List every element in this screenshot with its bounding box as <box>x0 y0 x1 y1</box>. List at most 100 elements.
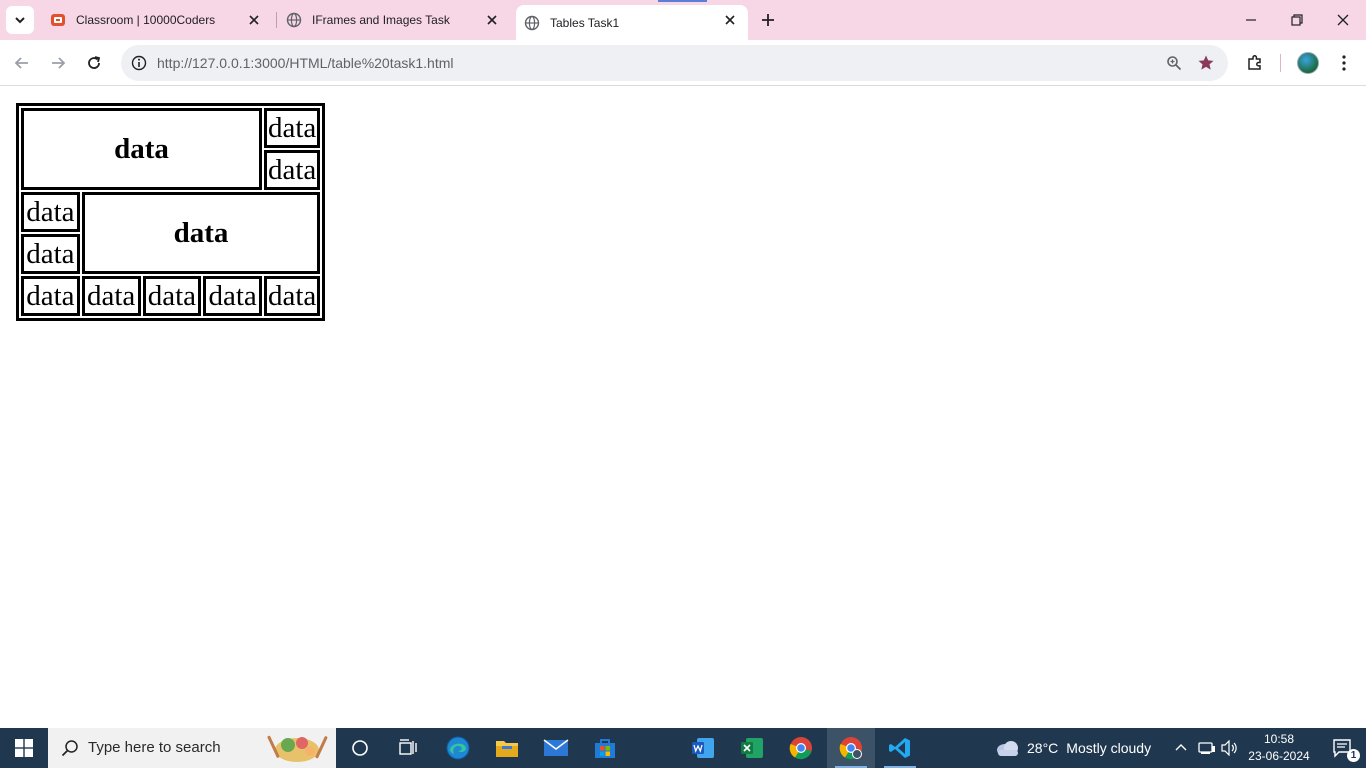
data-table: data data data data data data data data … <box>16 103 326 321</box>
toolbar-divider <box>1280 54 1281 72</box>
excel-icon <box>741 738 763 758</box>
tab-search-button[interactable] <box>6 6 34 34</box>
close-icon[interactable] <box>246 12 262 28</box>
tab-title: Tables Task1 <box>550 15 620 30</box>
table-cell-merged: data <box>21 108 262 190</box>
folder-icon <box>496 741 518 757</box>
address-bar[interactable]: http://127.0.0.1:3000/HTML/table%20task1… <box>121 45 1228 81</box>
extensions-button[interactable] <box>1241 49 1269 77</box>
microsoft-store-app[interactable] <box>581 728 629 768</box>
tab-classroom[interactable]: Classroom | 10000Coders <box>40 0 272 40</box>
clock-time: 10:58 <box>1263 732 1295 746</box>
task-view-icon <box>399 739 417 755</box>
browser-toolbar: http://127.0.0.1:3000/HTML/table%20task1… <box>0 40 1366 86</box>
chrome-app[interactable] <box>777 728 825 768</box>
table-cell-merged: data <box>81 192 321 274</box>
profile-avatar[interactable] <box>1297 52 1319 74</box>
page-content: data data data data data data data data … <box>0 87 1366 728</box>
restore-button[interactable] <box>1274 0 1320 40</box>
minimize-button[interactable] <box>1228 0 1274 40</box>
forward-button[interactable] <box>44 49 72 77</box>
tab-title: IFrames and Images Task <box>312 13 450 27</box>
plus-icon <box>762 14 774 26</box>
tab-separator <box>276 12 277 28</box>
chrome-icon <box>839 737 862 760</box>
network-button[interactable] <box>1198 728 1216 768</box>
task-view-button[interactable] <box>384 728 432 768</box>
info-icon[interactable] <box>129 53 149 73</box>
table-cell: data <box>21 276 80 316</box>
back-button[interactable] <box>8 49 36 77</box>
weather-condition: Mostly cloudy <box>1066 740 1152 756</box>
edge-browser-icon <box>446 736 470 760</box>
zoom-icon[interactable] <box>1164 53 1184 73</box>
tab-iframes[interactable]: IFrames and Images Task <box>278 0 510 40</box>
puzzle-icon <box>1248 55 1261 70</box>
tab-tables-task1[interactable]: Tables Task1 <box>516 5 748 40</box>
chrome-profile-app[interactable] <box>827 728 875 768</box>
table-cell: data <box>264 276 321 316</box>
mail-icon <box>543 739 569 756</box>
weather-widget[interactable]: 28°C Mostly cloudy <box>994 728 1151 768</box>
table-row: data data <box>21 192 321 274</box>
start-button[interactable] <box>0 728 48 768</box>
windows-logo-icon <box>15 739 33 757</box>
notification-count: 1 <box>1347 749 1360 762</box>
arrow-left-icon <box>14 57 28 69</box>
search-highlight-illustration <box>267 735 328 762</box>
tab-strip: Classroom | 10000Coders IFrames and Imag… <box>0 0 1366 40</box>
cortana-circle-icon <box>352 740 368 756</box>
cortana-button[interactable] <box>336 728 384 768</box>
table-cell: data <box>142 276 202 316</box>
menu-button[interactable] <box>1330 49 1358 77</box>
network-icon <box>1198 742 1215 754</box>
excel-app[interactable] <box>728 728 776 768</box>
system-clock[interactable]: 10:58 23-06-2024 <box>1244 731 1314 765</box>
reload-icon <box>88 56 101 69</box>
globe-icon <box>286 12 302 28</box>
close-icon[interactable] <box>484 12 500 28</box>
bookmark-star-icon[interactable] <box>1196 53 1216 73</box>
table-cell: data <box>264 108 321 148</box>
vscode-icon <box>889 738 910 758</box>
clock-date: 23-06-2024 <box>1248 749 1310 763</box>
search-icon <box>60 738 80 758</box>
table-cell: data <box>21 234 80 274</box>
search-placeholder: Type here to search <box>88 739 221 756</box>
vscode-app[interactable] <box>876 728 924 768</box>
restore-icon <box>1291 14 1303 26</box>
show-hidden-icons-button[interactable] <box>1174 728 1188 768</box>
close-icon[interactable] <box>722 12 738 28</box>
reload-button[interactable] <box>80 49 108 77</box>
minimize-icon <box>1246 19 1256 21</box>
tab-strip-indicator <box>658 0 707 2</box>
url-text[interactable]: http://127.0.0.1:3000/HTML/table%20task1… <box>157 55 454 71</box>
volume-button[interactable] <box>1221 728 1239 768</box>
file-explorer-app[interactable] <box>483 728 531 768</box>
chevron-up-icon <box>1175 744 1187 751</box>
10000coders-icon <box>50 12 66 28</box>
edge-app[interactable] <box>434 728 482 768</box>
table-row: data data <box>21 108 321 190</box>
cloud-icon <box>997 741 1018 756</box>
chrome-icon <box>789 737 812 760</box>
table-row: data data data data data <box>21 276 321 316</box>
new-tab-button[interactable] <box>757 9 779 31</box>
table-cell: data <box>81 276 141 316</box>
taskbar-search[interactable]: Type here to search <box>48 728 336 768</box>
chevron-down-icon <box>15 17 25 24</box>
kebab-menu-icon <box>1342 55 1346 71</box>
tab-title: Classroom | 10000Coders <box>76 13 216 27</box>
close-icon <box>1337 14 1349 26</box>
table-cell: data <box>203 276 262 316</box>
weather-temperature: 28°C <box>1027 740 1059 756</box>
speaker-icon <box>1221 740 1237 756</box>
mail-app[interactable] <box>532 728 580 768</box>
close-window-button[interactable] <box>1320 0 1366 40</box>
action-center-button[interactable]: 1 <box>1320 728 1366 768</box>
table-cell: data <box>21 192 80 232</box>
table-cell: data <box>264 150 321 190</box>
word-app[interactable] <box>679 728 727 768</box>
globe-icon <box>524 15 540 31</box>
word-icon <box>692 738 714 758</box>
